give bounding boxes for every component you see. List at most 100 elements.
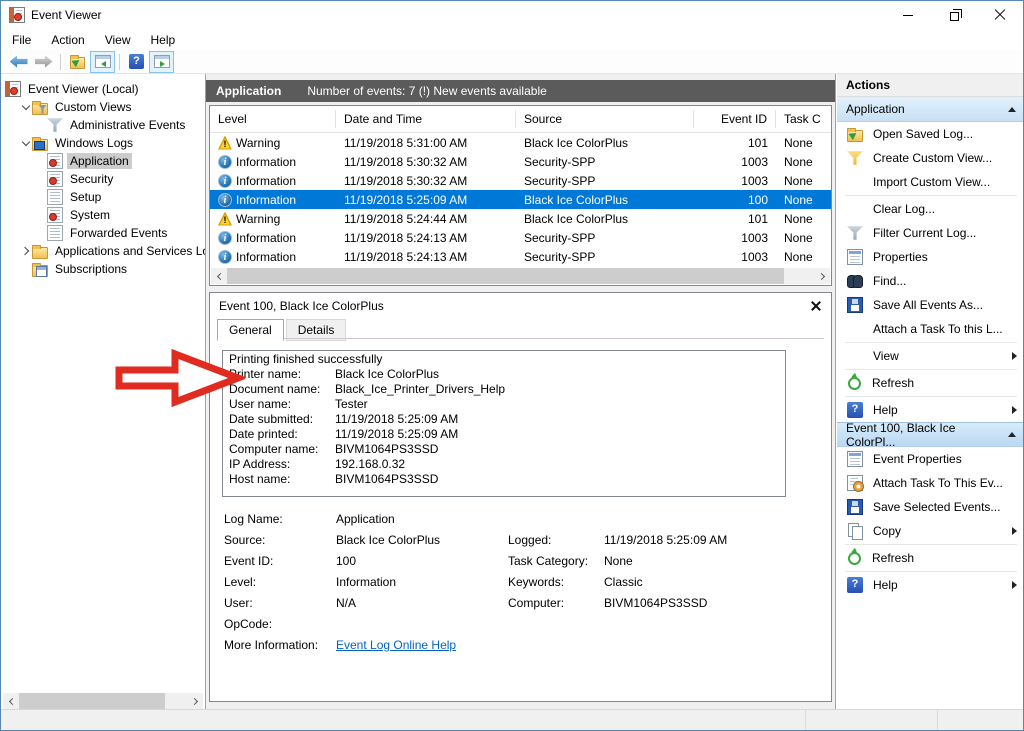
scroll-left-icon[interactable] [211, 268, 227, 284]
tree-item-custom-views[interactable]: Custom Views [1, 98, 205, 116]
field-value: Information [336, 575, 508, 590]
scroll-right-icon[interactable] [187, 693, 203, 709]
table-row[interactable]: Information11/19/2018 5:25:09 AMBlack Ic… [210, 190, 831, 209]
chevron-down-icon[interactable] [20, 101, 32, 113]
actions-section-header-event-100-black-ice-colorpl[interactable]: Event 100, Black Ice ColorPl... [837, 422, 1024, 447]
refresh-icon [848, 377, 861, 390]
action-help[interactable]: Help [837, 573, 1024, 597]
tree-item-administrative-events[interactable]: Administrative Events [1, 116, 205, 134]
chevron-down-icon[interactable] [20, 137, 32, 149]
action-import-custom-view[interactable]: Import Custom View... [837, 170, 1024, 194]
table-row[interactable]: Warning11/19/2018 5:31:00 AMBlack Ice Co… [210, 133, 831, 152]
create-filter-icon [847, 150, 863, 166]
scrollbar-thumb[interactable] [19, 693, 165, 709]
tree-item-event-viewer-local[interactable]: Event Viewer (Local) [1, 80, 205, 98]
menu-help[interactable]: Help [146, 31, 185, 49]
column-header-source[interactable]: Source [516, 110, 694, 128]
forward-button[interactable] [31, 51, 56, 73]
column-header-date-and-time[interactable]: Date and Time [336, 110, 516, 128]
field-value: 11/19/2018 5:25:09 AM [604, 533, 819, 548]
level-cell: Information [210, 193, 336, 207]
event-viewer-window: Event Viewer File Action View Help Event… [0, 0, 1024, 731]
level-cell: Warning [210, 136, 336, 150]
action-pane-toggle-button[interactable] [149, 51, 174, 73]
sidebar-horizontal-scrollbar[interactable] [3, 693, 203, 709]
action-label: Attach a Task To this L... [873, 322, 1003, 336]
event-description-box[interactable]: Printing finished successfully Printer n… [222, 350, 786, 497]
field-value [604, 617, 819, 632]
column-header-task-c[interactable]: Task C [776, 110, 831, 128]
minimize-button[interactable] [885, 1, 931, 29]
collapse-icon[interactable] [1008, 107, 1016, 112]
source-cell: Black Ice ColorPlus [516, 212, 694, 226]
tree-item-windows-logs[interactable]: Windows Logs [1, 134, 205, 152]
task-category-cell: None [776, 136, 831, 150]
action-help[interactable]: Help [837, 398, 1024, 422]
actions-section-header-application[interactable]: Application [837, 97, 1024, 122]
status-segment [806, 710, 938, 730]
action-refresh[interactable]: Refresh [837, 371, 1024, 395]
collapse-icon[interactable] [1008, 432, 1016, 437]
tree-item-forwarded-events[interactable]: Forwarded Events [1, 224, 205, 242]
icon-spacer [847, 174, 863, 190]
menu-file[interactable]: File [7, 31, 40, 49]
column-header-event-id[interactable]: Event ID [694, 110, 776, 128]
status-segment [1, 710, 806, 730]
action-save-all-events-as[interactable]: Save All Events As... [837, 293, 1024, 317]
help-button[interactable] [124, 51, 149, 73]
action-event-properties[interactable]: Event Properties [837, 447, 1024, 471]
open-saved-log-button[interactable] [65, 51, 90, 73]
restore-button[interactable] [931, 1, 977, 29]
scrollbar-thumb[interactable] [227, 268, 784, 284]
back-button[interactable] [6, 51, 31, 73]
tree-item-setup[interactable]: Setup [1, 188, 205, 206]
tree-item-applications-and-services-lo[interactable]: Applications and Services Lo [1, 242, 205, 260]
action-properties[interactable]: Properties [837, 245, 1024, 269]
menu-view[interactable]: View [100, 31, 140, 49]
field-value [604, 638, 819, 653]
column-header-level[interactable]: Level [210, 110, 336, 128]
table-row[interactable]: Information11/19/2018 5:24:13 AMSecurity… [210, 228, 831, 247]
action-attach-task-to-this-ev[interactable]: Attach Task To This Ev... [837, 471, 1024, 495]
message-field-label: Computer name: [229, 442, 335, 457]
folder-sub-icon [32, 265, 48, 277]
tab-general[interactable]: General [217, 319, 284, 341]
menu-action[interactable]: Action [46, 31, 93, 49]
level-label: Information [236, 193, 296, 207]
table-row[interactable]: Information11/19/2018 5:30:32 AMSecurity… [210, 152, 831, 171]
action-find[interactable]: Find... [837, 269, 1024, 293]
action-clear-log[interactable]: Clear Log... [837, 197, 1024, 221]
action-refresh[interactable]: Refresh [837, 546, 1024, 570]
tree-item-label: Security [67, 171, 116, 187]
action-view[interactable]: View [837, 344, 1024, 368]
tree-item-subscriptions[interactable]: Subscriptions [1, 260, 205, 278]
scroll-left-icon[interactable] [3, 693, 19, 709]
action-copy[interactable]: Copy [837, 519, 1024, 543]
preview-close-icon[interactable] [810, 300, 822, 312]
chevron-right-icon[interactable] [20, 245, 32, 257]
console-tree-toggle-button[interactable] [90, 51, 115, 73]
action-attach-a-task-to-this-l[interactable]: Attach a Task To this L... [837, 317, 1024, 341]
action-filter-current-log[interactable]: Filter Current Log... [837, 221, 1024, 245]
log-icon [47, 225, 63, 241]
tree-item-application[interactable]: Application [1, 152, 205, 170]
table-row[interactable]: Information11/19/2018 5:24:13 AMSecurity… [210, 247, 831, 266]
info-icon [218, 250, 232, 264]
close-button[interactable] [977, 1, 1023, 29]
separator [845, 571, 1017, 572]
tree-item-security[interactable]: Security [1, 170, 205, 188]
log-icon [47, 189, 63, 205]
message-field-value: BIVM1064PS3SSD [335, 472, 438, 487]
action-save-selected-events[interactable]: Save Selected Events... [837, 495, 1024, 519]
tree-item-system[interactable]: System [1, 206, 205, 224]
table-horizontal-scrollbar[interactable] [211, 268, 830, 284]
log-title: Application [216, 84, 281, 98]
action-create-custom-view[interactable]: Create Custom View... [837, 146, 1024, 170]
action-label: Refresh [872, 551, 914, 565]
table-row[interactable]: Warning11/19/2018 5:24:44 AMBlack Ice Co… [210, 209, 831, 228]
action-open-saved-log[interactable]: Open Saved Log... [837, 122, 1024, 146]
tree-item-label: Windows Logs [52, 135, 136, 151]
event-log-online-help-link[interactable]: Event Log Online Help [336, 638, 508, 653]
table-row[interactable]: Information11/19/2018 5:30:32 AMSecurity… [210, 171, 831, 190]
scroll-right-icon[interactable] [814, 268, 830, 284]
